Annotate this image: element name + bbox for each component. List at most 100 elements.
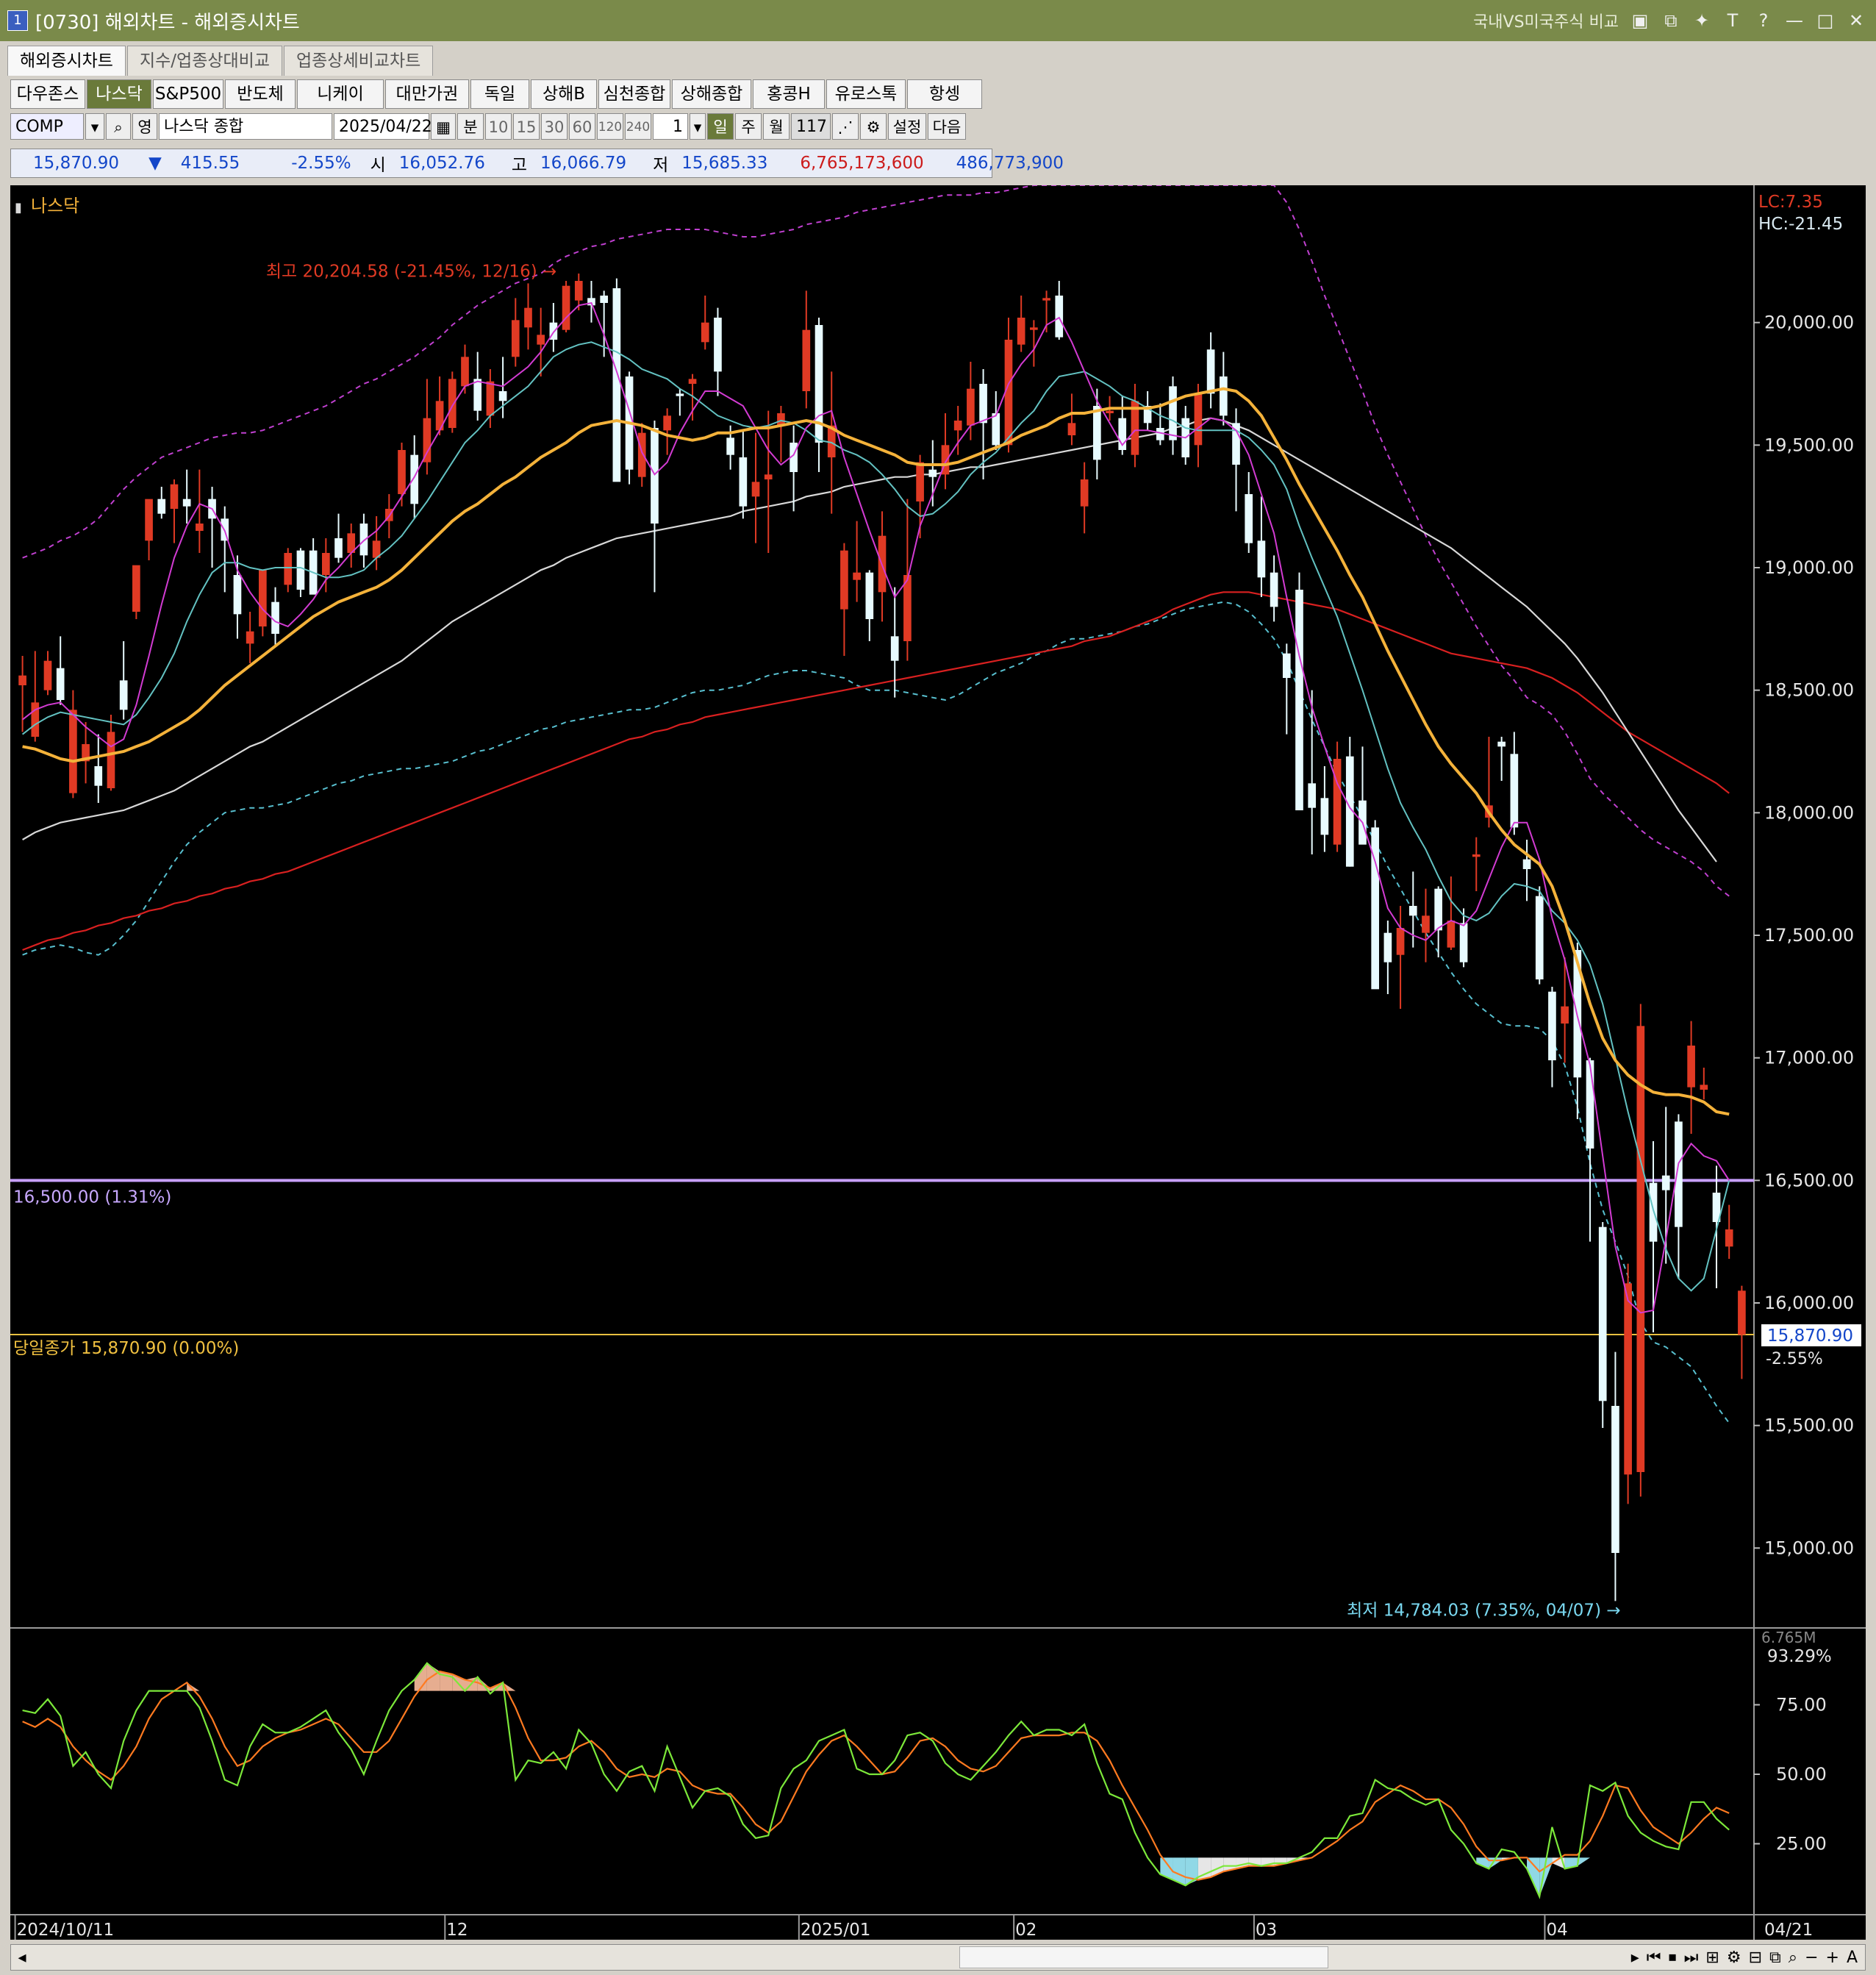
candle-body <box>170 484 179 509</box>
y-tick-label: 15,000.00 <box>1764 1538 1854 1558</box>
stop-icon[interactable]: ⏹ <box>1669 1949 1677 1967</box>
next-button[interactable]: 다음 <box>928 113 966 140</box>
layout-icon[interactable]: ▣ <box>1630 11 1650 30</box>
candle-body <box>233 575 242 615</box>
candle-body <box>1548 991 1556 1060</box>
max-annotation: 최고 20,204.58 (-21.45%, 12/16) → <box>266 262 556 281</box>
tab-index-compare[interactable]: 지수/업종상대비교 <box>126 46 282 76</box>
copy-icon[interactable]: ⧉ <box>1769 1949 1781 1967</box>
market-hongkong-h[interactable]: 홍콩H <box>753 79 825 109</box>
tab-overseas-chart[interactable]: 해외증시차트 <box>7 46 126 76</box>
last-icon[interactable]: ⏭ <box>1684 1949 1699 1967</box>
weekly-button[interactable]: 주 <box>735 113 762 140</box>
count-dropdown-icon[interactable]: ▾ <box>690 113 706 140</box>
interval-15[interactable]: 15 <box>513 113 540 140</box>
text-icon[interactable]: T <box>1723 11 1742 30</box>
scroll-thumb[interactable] <box>959 1946 1328 1968</box>
chart-area[interactable]: 20,000.00 19,500.00 19,000.00 18,500.00 18,0… <box>10 185 1866 1940</box>
last-price-label: 15,870.90 <box>1767 1326 1853 1346</box>
market-nasdaq[interactable]: 나스닥 <box>87 79 151 109</box>
quote-change: 415.55 <box>180 154 240 173</box>
candle-body <box>1725 1229 1733 1247</box>
quote-amount: 486,773,900 <box>956 154 1064 173</box>
monthly-button[interactable]: 월 <box>763 113 790 140</box>
market-eurostoxx[interactable]: 유로스톡 <box>826 79 906 109</box>
date-input[interactable]: 2025/04/22 <box>334 113 432 140</box>
candle-body <box>1675 1121 1683 1227</box>
zoom-out-icon[interactable]: − <box>1805 1949 1818 1967</box>
minute-button[interactable]: 분 <box>457 113 484 140</box>
market-semiconductor[interactable]: 반도체 <box>225 79 296 109</box>
candle-body <box>511 320 520 357</box>
search-icon[interactable]: ⌕ <box>106 113 131 140</box>
y-tick-label: 19,500.00 <box>1764 435 1854 455</box>
x-tick-label: 03 <box>1256 1921 1277 1940</box>
maximize-icon[interactable]: □ <box>1816 11 1835 30</box>
candle-body <box>903 575 912 641</box>
compare-link[interactable]: 국내VS미국주식 비교 <box>1473 9 1619 32</box>
min-annotation: 최저 14,784.03 (7.35%, 04/07) → <box>1347 1601 1621 1620</box>
interval-240[interactable]: 240 <box>625 113 651 140</box>
scroll-right-icon[interactable]: ▸ <box>1631 1949 1639 1967</box>
minimize-icon[interactable]: — <box>1785 11 1804 30</box>
candle-body <box>107 732 115 788</box>
candle-body <box>1422 915 1430 933</box>
stoch-d-line <box>22 1670 1730 1881</box>
market-hangseng[interactable]: 항셍 <box>907 79 982 109</box>
tab-sector-compare[interactable]: 업종상세비교차트 <box>284 46 434 76</box>
english-toggle[interactable]: 영 <box>132 113 157 140</box>
candle-body <box>1194 393 1203 446</box>
count-input[interactable]: 1 <box>653 113 688 140</box>
interval-120[interactable]: 120 <box>597 113 623 140</box>
interval-60[interactable]: 60 <box>569 113 595 140</box>
candle-body <box>865 572 874 619</box>
code-dropdown-icon[interactable]: ▾ <box>85 113 104 140</box>
zoom-in-icon[interactable]: + <box>1826 1949 1839 1967</box>
candle-body <box>1245 494 1253 543</box>
code-input[interactable]: COMP <box>10 113 84 140</box>
candle-body <box>94 766 103 786</box>
candle-body <box>739 457 748 507</box>
settings-button[interactable]: 설정 <box>888 113 926 140</box>
chart-svg[interactable]: 20,000.00 19,500.00 19,000.00 18,500.00 18,0… <box>10 185 1866 1940</box>
open-label: 시 <box>370 156 386 175</box>
market-taiwan[interactable]: 대만가권 <box>385 79 469 109</box>
market-shenzhen[interactable]: 심천종합 <box>598 79 670 109</box>
help-icon[interactable]: ? <box>1754 11 1773 30</box>
y-tick-label: 20,000.00 <box>1764 312 1854 333</box>
market-sp500[interactable]: S&P500 <box>153 79 223 109</box>
calendar-icon[interactable]: ▦ <box>431 113 456 140</box>
market-shanghai-b[interactable]: 상해B <box>531 79 597 109</box>
candle-body <box>1396 928 1405 955</box>
candle-body <box>676 393 684 396</box>
gear-icon[interactable]: ⚙ <box>860 113 887 140</box>
window-icon[interactable]: ⧉ <box>1661 11 1680 30</box>
grid-icon[interactable]: ⊞ <box>1705 1949 1719 1967</box>
candle-body <box>486 381 495 416</box>
interval-10[interactable]: 10 <box>485 113 512 140</box>
market-shanghai[interactable]: 상해종합 <box>672 79 751 109</box>
split-icon[interactable]: ⊟ <box>1749 1949 1762 1967</box>
gear-small-icon[interactable]: ⚙ <box>1727 1949 1741 1967</box>
candle-body <box>132 565 140 612</box>
first-icon[interactable]: ⏮ <box>1647 1949 1661 1967</box>
market-dow[interactable]: 다우존스 <box>10 79 85 109</box>
daily-button[interactable]: 일 <box>707 113 734 140</box>
interval-30[interactable]: 30 <box>541 113 568 140</box>
zoom-icon[interactable]: ⌕ <box>1789 1949 1797 1967</box>
market-nikkei[interactable]: 니케이 <box>297 79 384 109</box>
font-icon[interactable]: A <box>1847 1949 1858 1967</box>
candle-body <box>562 285 570 330</box>
window-title: [0730] 해외차트 - 해외증시차트 <box>35 11 300 34</box>
market-germany[interactable]: 독일 <box>470 79 529 109</box>
close-icon[interactable]: ✕ <box>1847 11 1866 30</box>
x-tick-label: 02 <box>1015 1921 1037 1940</box>
indicator-icon[interactable]: ⋰ <box>832 113 859 140</box>
pin-icon[interactable]: ✦ <box>1692 11 1711 30</box>
scroll-left-icon[interactable]: ◂ <box>11 1949 33 1967</box>
candle-body <box>1661 1175 1670 1190</box>
chart-scrollbar[interactable]: ◂ ▸ ⏮ ⏹ ⏭ ⊞ ⚙ ⊟ ⧉ ⌕ − + A <box>10 1944 1866 1971</box>
candle-body <box>1169 386 1177 440</box>
quote-low: 15,685.33 <box>681 154 768 173</box>
bar-count-input[interactable]: 117 <box>791 113 831 140</box>
